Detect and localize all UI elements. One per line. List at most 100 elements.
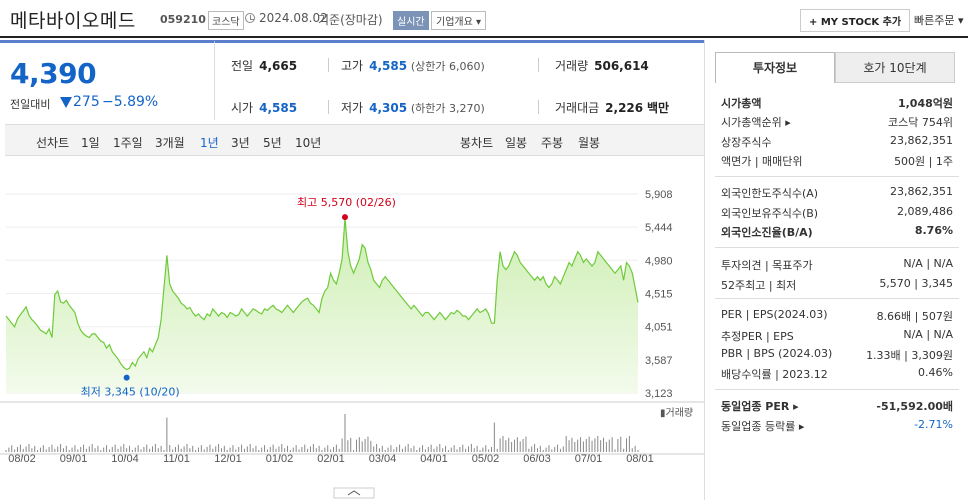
volume-bar: [608, 439, 610, 452]
volume-bar: [335, 444, 337, 452]
volume-bar: [5, 450, 7, 452]
stat-prev-close: 전일 4,665: [231, 57, 297, 74]
volume-bar: [353, 450, 355, 452]
info-label: 52주최고 | 최저: [721, 279, 797, 292]
price-chart[interactable]: 5,908 5,444 4,980 4,515 4,051 3,587 3,123 08/0…: [0, 160, 704, 500]
tab-investment-info[interactable]: 투자정보: [715, 52, 835, 83]
volume-bar: [582, 441, 584, 452]
volume-bar: [347, 440, 349, 452]
volume-bar: [479, 450, 481, 452]
tab-daily-candle[interactable]: 일봉: [505, 134, 527, 151]
info-label: PBR | BPS (2024.03): [721, 347, 833, 360]
volume-bar: [163, 450, 165, 452]
volume-bar: [499, 438, 501, 452]
volume-bar: [65, 445, 67, 452]
low-annotation: 최저 3,345 (10/20): [81, 386, 180, 399]
y-tick-label: 5,908: [645, 189, 673, 201]
volume-bar: [269, 447, 271, 452]
volume-bar: [626, 438, 628, 452]
volume-bar: [465, 448, 467, 452]
volume-bar: [404, 446, 406, 452]
volume-bar: [183, 446, 185, 452]
volume-bar: [71, 447, 73, 452]
volume-bar: [152, 446, 154, 452]
volume-bar: [401, 448, 403, 452]
stat-open: 시가 4,585: [231, 99, 297, 116]
volume-bar: [307, 448, 309, 452]
volume-bar: [562, 446, 564, 452]
lower-limit: (하한가 3,270): [410, 102, 485, 115]
tab-orderbook[interactable]: 호가 10단계: [835, 52, 955, 83]
volume-bar: [597, 436, 599, 452]
volume-bar: [580, 437, 582, 452]
volume-bar: [117, 448, 119, 452]
stat-volume: 거래량 506,614: [555, 57, 649, 74]
investment-info-panel: 투자정보 호가 10단계 시가총액 1,048억원 시가총액순위 ▸ 코스닥 754위…: [704, 40, 968, 500]
volume-bar: [462, 444, 464, 452]
stat-value: 2,226: [605, 101, 644, 115]
quote-status: 기준(장마감): [318, 13, 383, 27]
volume-bar: [120, 446, 122, 452]
current-price: 4,390: [10, 57, 97, 90]
volume-bar: [220, 448, 222, 452]
x-tick-label: 03/04: [369, 453, 397, 465]
tab-weekly-candle[interactable]: 주봉: [541, 134, 563, 151]
tab-1y[interactable]: 1년: [200, 134, 219, 151]
volume-bar: [192, 445, 194, 452]
x-tick-label: 11/01: [163, 453, 190, 465]
volume-bar: [249, 444, 251, 452]
tab-5y[interactable]: 5년: [263, 134, 282, 151]
price-stats: 전일 4,665 고가 4,585 (상한가 6,060) 거래량 506,614 시…: [214, 40, 704, 120]
info-value: 500원 | 1주: [894, 155, 953, 168]
stock-code: 059210: [160, 13, 206, 26]
y-axis-ticks: 5,908 5,444 4,980 4,515 4,051 3,587 3,123: [645, 189, 673, 400]
upper-limit: (상한가 6,060): [410, 60, 485, 73]
volume-bar: [565, 436, 567, 452]
tab-1w[interactable]: 1주일: [113, 134, 143, 151]
volume-bar: [551, 449, 553, 452]
stat-value: 4,585: [369, 59, 408, 73]
add-my-stock-button[interactable]: + MY STOCK 추가: [800, 9, 911, 32]
x-tick-label: 04/01: [420, 453, 448, 465]
x-tick-label: 08/02: [8, 453, 36, 465]
volume-bar: [229, 447, 231, 452]
volume-bar: [106, 445, 108, 452]
volume-bar: [289, 450, 291, 452]
volume-bar: [212, 448, 214, 452]
volume-bar: [468, 446, 470, 452]
y-tick-label: 5,444: [645, 222, 673, 234]
volume-bar: [637, 450, 639, 452]
y-tick-label: 4,980: [645, 255, 673, 267]
section-divider: [715, 176, 959, 177]
volume-bar: [413, 445, 415, 452]
volume-bar: [419, 447, 421, 452]
volume-bar: [123, 444, 125, 452]
volume-bar: [614, 449, 616, 452]
volume-bar: [631, 448, 633, 452]
volume-bar: [459, 447, 461, 452]
tab-3m[interactable]: 3개월: [155, 134, 185, 151]
volume-bar: [37, 450, 39, 452]
info-row: 동일업종 등락률 ▸ -2.71%: [721, 418, 953, 435]
volume-bar: [108, 449, 110, 452]
volume-bar: [603, 437, 605, 452]
company-overview-dropdown[interactable]: 기업개요 ▾: [431, 11, 486, 30]
quick-order-dropdown[interactable]: 빠른주문 ▾: [914, 12, 964, 28]
volume-bar: [134, 447, 136, 452]
stat-label: 저가: [341, 101, 364, 115]
stat-value: 4,305: [369, 101, 408, 115]
volume-bar: [321, 450, 323, 452]
tab-10y[interactable]: 10년: [295, 134, 321, 151]
tab-monthly-candle[interactable]: 월봉: [578, 134, 600, 151]
volume-bar: [111, 447, 113, 452]
section-divider: [715, 298, 959, 299]
info-label: 액면가 | 매매단위: [721, 155, 803, 168]
tab-3y[interactable]: 3년: [231, 134, 250, 151]
volume-bar: [19, 444, 21, 452]
tab-1d[interactable]: 1일: [81, 134, 100, 151]
realtime-button[interactable]: 실시간: [393, 11, 429, 30]
info-value: 1.33배 | 3,309원: [866, 349, 953, 362]
info-label: 배당수익률 | 2023.12: [721, 368, 828, 381]
volume-bar: [539, 445, 541, 452]
volume-bar: [157, 448, 159, 452]
